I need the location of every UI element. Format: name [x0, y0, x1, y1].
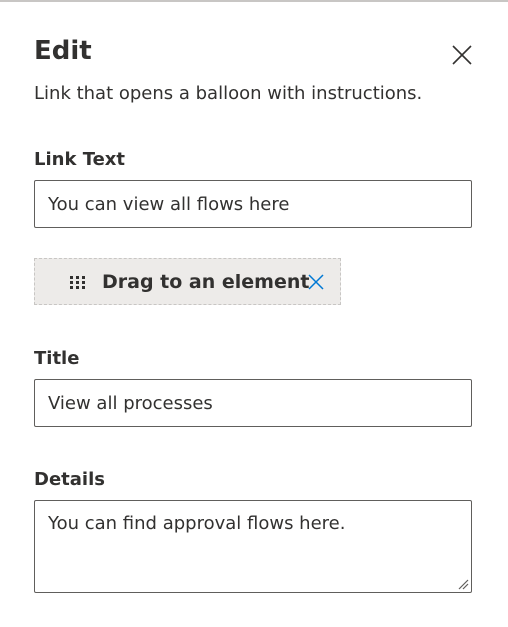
details-label: Details [34, 469, 105, 490]
resize-grip-icon[interactable] [457, 578, 469, 590]
details-textarea[interactable]: You can find approval flows here. [34, 500, 472, 593]
gripper-icon [70, 276, 85, 289]
close-button[interactable] [449, 42, 475, 68]
close-icon [452, 45, 472, 65]
drag-to-element-label: Drag to an element [102, 271, 310, 293]
link-text-label: Link Text [34, 149, 126, 170]
close-icon [308, 274, 324, 290]
title-label: Title [34, 348, 80, 369]
title-input[interactable] [34, 379, 472, 427]
drag-to-element-handle[interactable]: Drag to an element [34, 258, 341, 305]
link-text-input[interactable] [34, 180, 472, 228]
panel-title: Edit [34, 36, 92, 66]
remove-target-button[interactable] [307, 273, 325, 291]
edit-panel: Edit Link that opens a balloon with inst… [0, 0, 508, 627]
panel-description: Link that opens a balloon with instructi… [34, 83, 423, 104]
